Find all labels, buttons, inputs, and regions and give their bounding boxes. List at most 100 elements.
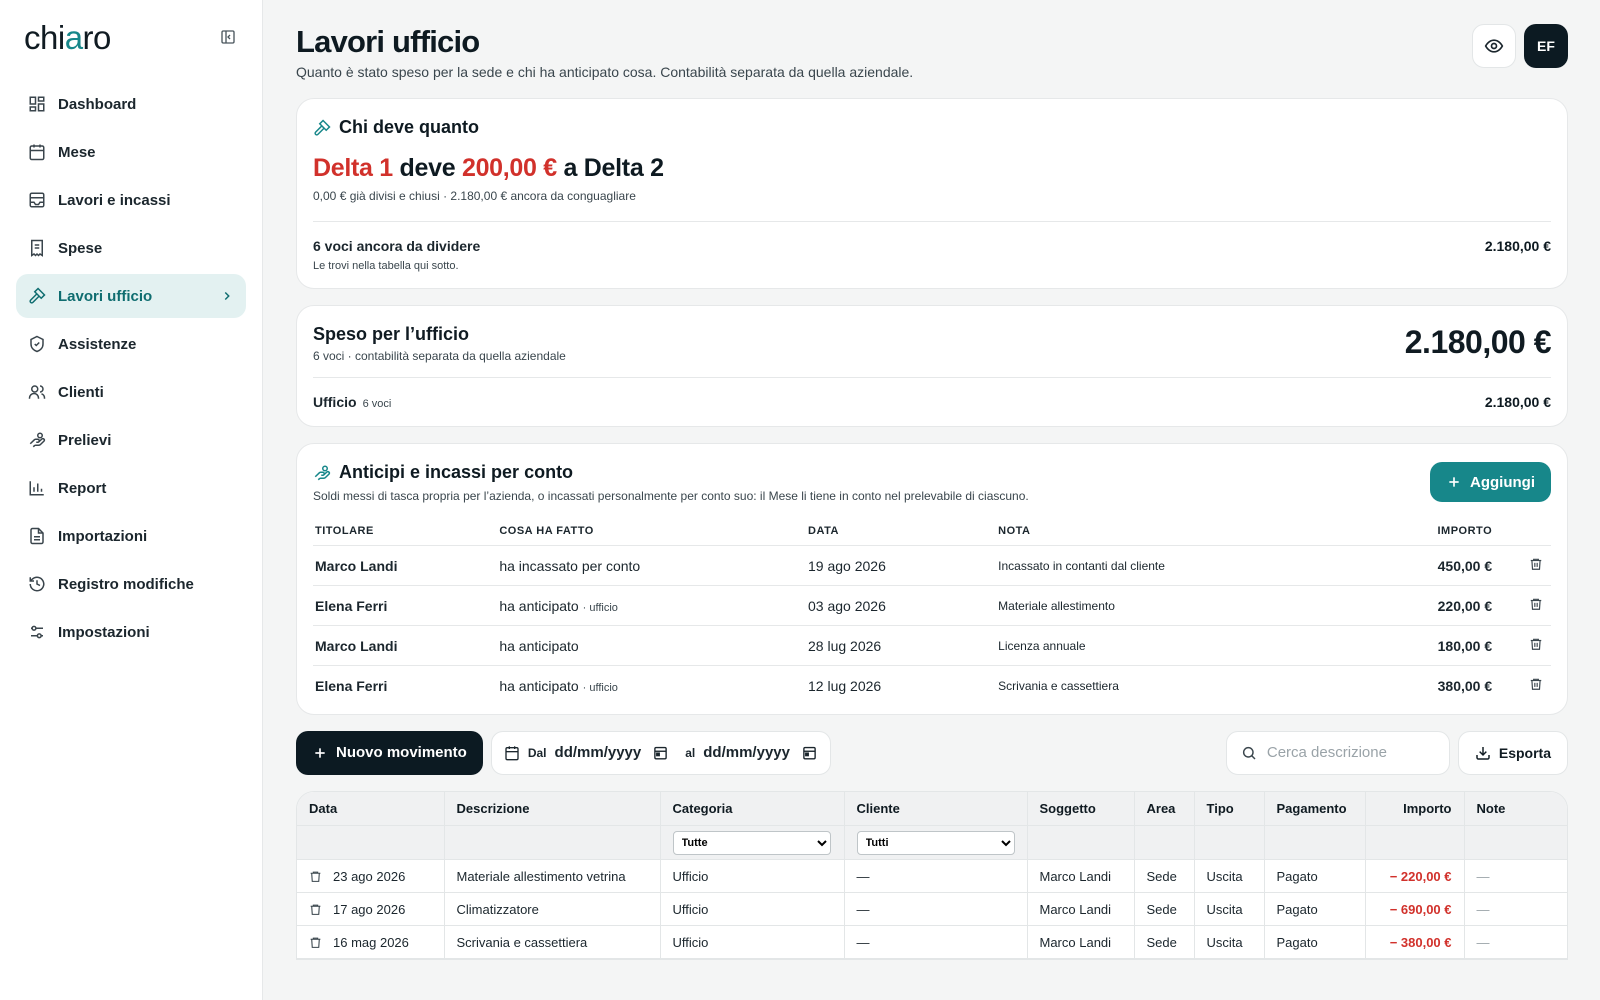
row-area: Sede xyxy=(1134,925,1195,959)
col-header-descrizione[interactable]: Descrizione xyxy=(444,791,661,826)
sidebar-item-importazioni[interactable]: Importazioni xyxy=(16,514,246,558)
col-header-categoria[interactable]: Categoria xyxy=(660,791,845,826)
export-button[interactable]: Esporta xyxy=(1457,730,1568,775)
date-text: 16 mag 2026 xyxy=(333,934,409,950)
trash-icon[interactable] xyxy=(309,870,323,884)
col-header-importo[interactable]: Importo xyxy=(1365,791,1465,826)
owner: Marco Landi xyxy=(313,625,498,666)
row-type: Uscita xyxy=(1194,859,1265,893)
avatar[interactable]: EF xyxy=(1524,24,1568,68)
office-label: Ufficio xyxy=(313,394,357,410)
date-picker-icon[interactable] xyxy=(653,745,669,761)
trash-icon[interactable] xyxy=(1529,637,1545,653)
download-icon xyxy=(1475,745,1491,761)
new-movement-label: Nuovo movimento xyxy=(336,744,467,761)
table-row[interactable]: 23 ago 2026 Materiale allestimento vetri… xyxy=(297,859,1567,893)
filter-row: Tutte Tutti xyxy=(297,825,1567,860)
to-date-input[interactable]: dd/mm/yyyy xyxy=(703,744,790,761)
action-text: ha anticipato xyxy=(499,597,579,614)
sidebar-item-lavori-incassi[interactable]: Lavori e incassi xyxy=(16,178,246,222)
row-description: Scrivania e cassettiera xyxy=(444,925,661,959)
row-date: 16 mag 2026 xyxy=(297,925,445,959)
action: ha anticipato · ufficio xyxy=(497,585,806,626)
row-amount: − 220,00 € xyxy=(1365,859,1465,893)
row-date: 23 ago 2026 xyxy=(297,859,445,893)
row-type: Uscita xyxy=(1194,925,1265,959)
client-filter-select[interactable]: Tutti xyxy=(856,830,1015,855)
sidebar-item-label: Impostazioni xyxy=(58,623,150,641)
table-row[interactable]: 17 ago 2026 Climatizzatore Ufficio — Mar… xyxy=(297,892,1567,926)
action-text: ha anticipato xyxy=(499,637,579,654)
collapse-sidebar-icon[interactable] xyxy=(218,27,238,47)
hand-coins-icon xyxy=(28,431,46,449)
col-header: NOTA xyxy=(996,519,1295,546)
table-row: Marco Landi ha anticipato 28 lug 2026 Li… xyxy=(313,625,1551,666)
table-row: Marco Landi ha incassato per conto 19 ag… xyxy=(313,545,1551,586)
sidebar: chiaro Dashboard Mese Lavori e incassi S… xyxy=(0,0,263,1000)
shield-icon xyxy=(28,335,46,353)
row-payment: Pagato xyxy=(1264,892,1366,926)
sidebar-item-impostazioni[interactable]: Impostazioni xyxy=(16,610,246,654)
col-header-area[interactable]: Area xyxy=(1134,791,1195,826)
row-note: — xyxy=(1464,892,1567,926)
action-tag: · ufficio xyxy=(582,681,618,694)
page-subtitle: Quanto è stato speso per la sede e chi h… xyxy=(296,64,914,80)
search-input[interactable] xyxy=(1266,744,1435,761)
sidebar-item-dashboard[interactable]: Dashboard xyxy=(16,82,246,126)
spent-subtitle: 6 voci · contabilità separata da quella … xyxy=(313,349,566,363)
sidebar-item-lavori-ufficio[interactable]: Lavori ufficio xyxy=(16,274,246,318)
col-header-note[interactable]: Note xyxy=(1464,791,1567,826)
divider xyxy=(313,377,1551,378)
row-client: — xyxy=(844,892,1028,926)
office-amount: 2.180,00 € xyxy=(1484,394,1551,410)
inbox-icon xyxy=(28,191,46,209)
sidebar-item-mese[interactable]: Mese xyxy=(16,130,246,174)
calendar-icon xyxy=(28,143,46,161)
hammer-icon xyxy=(313,118,331,137)
date-picker-icon[interactable] xyxy=(802,745,818,761)
col-header-tipo[interactable]: Tipo xyxy=(1194,791,1265,826)
action: ha anticipato · ufficio xyxy=(497,666,806,706)
date-text: 17 ago 2026 xyxy=(333,901,406,917)
office-count: 6 voci xyxy=(362,398,392,410)
sidebar-item-label: Mese xyxy=(58,143,96,161)
sidebar-item-clienti[interactable]: Clienti xyxy=(16,370,246,414)
row-date: 17 ago 2026 xyxy=(297,892,445,926)
col-header: DATA xyxy=(806,519,997,546)
row-amount: − 380,00 € xyxy=(1365,925,1465,959)
note: Incassato in contanti dal cliente xyxy=(996,545,1295,586)
col-header-data[interactable]: Data xyxy=(297,791,445,826)
col-header-soggetto[interactable]: Soggetto xyxy=(1027,791,1135,826)
sidebar-item-label: Spese xyxy=(58,239,103,257)
amount: 380,00 € xyxy=(1437,677,1493,694)
row-note: — xyxy=(1464,859,1567,893)
add-advance-button[interactable]: Aggiungi xyxy=(1430,462,1551,502)
hammer-icon xyxy=(28,287,46,305)
note: Licenza annuale xyxy=(996,625,1295,666)
sidebar-item-spese[interactable]: Spese xyxy=(16,226,246,270)
privacy-toggle-button[interactable] xyxy=(1472,24,1516,68)
plus-icon xyxy=(1446,474,1462,490)
export-label: Esporta xyxy=(1498,744,1551,761)
trash-icon[interactable] xyxy=(1529,597,1545,613)
sidebar-item-assistenze[interactable]: Assistenze xyxy=(16,322,246,366)
action: ha anticipato xyxy=(497,625,806,666)
trash-icon[interactable] xyxy=(1529,557,1545,573)
from-date-input[interactable]: dd/mm/yyyy xyxy=(555,744,642,761)
sidebar-item-label: Registro modifiche xyxy=(58,575,194,593)
date: 12 lug 2026 xyxy=(808,677,882,694)
category-filter-select[interactable]: Tutte xyxy=(672,830,831,855)
col-header-cliente[interactable]: Cliente xyxy=(844,791,1028,826)
sidebar-item-report[interactable]: Report xyxy=(16,466,246,510)
sidebar-item-registro-modifiche[interactable]: Registro modifiche xyxy=(16,562,246,606)
trash-icon[interactable] xyxy=(309,936,323,950)
trash-icon[interactable] xyxy=(1529,677,1545,693)
table-row[interactable]: 16 mag 2026 Scrivania e cassettiera Uffi… xyxy=(297,925,1567,959)
sidebar-item-prelievi[interactable]: Prelievi xyxy=(16,418,246,462)
action: ha incassato per conto xyxy=(497,545,806,586)
new-movement-button[interactable]: Nuovo movimento xyxy=(296,730,483,775)
trash-icon[interactable] xyxy=(309,903,323,917)
logo[interactable]: chiaro xyxy=(24,21,111,54)
from-label: Dal xyxy=(527,745,547,760)
col-header-pagamento[interactable]: Pagamento xyxy=(1264,791,1366,826)
